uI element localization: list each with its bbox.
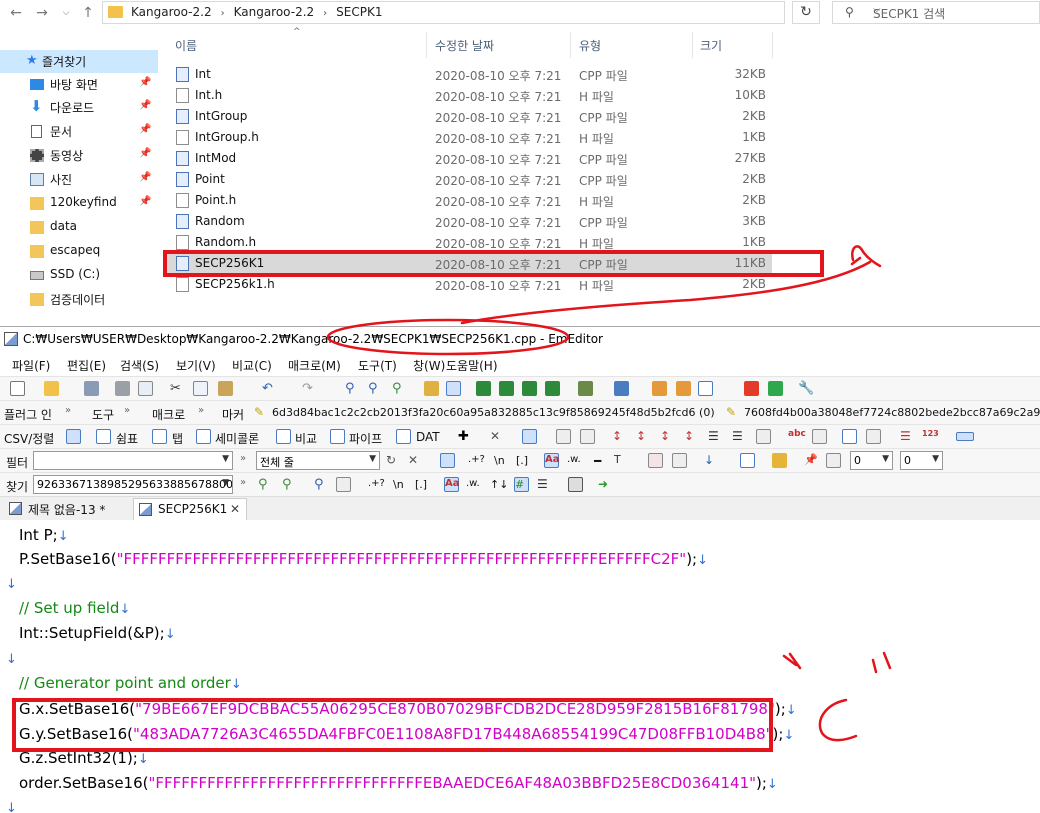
annotation-quote-mark — [871, 651, 892, 674]
annotation-letter-c — [818, 698, 858, 742]
annotation-scribbles — [326, 245, 892, 742]
annotation-circle-path — [326, 318, 570, 356]
annotation-arrow-line — [460, 260, 872, 325]
annotation-tick-mark — [782, 652, 802, 670]
